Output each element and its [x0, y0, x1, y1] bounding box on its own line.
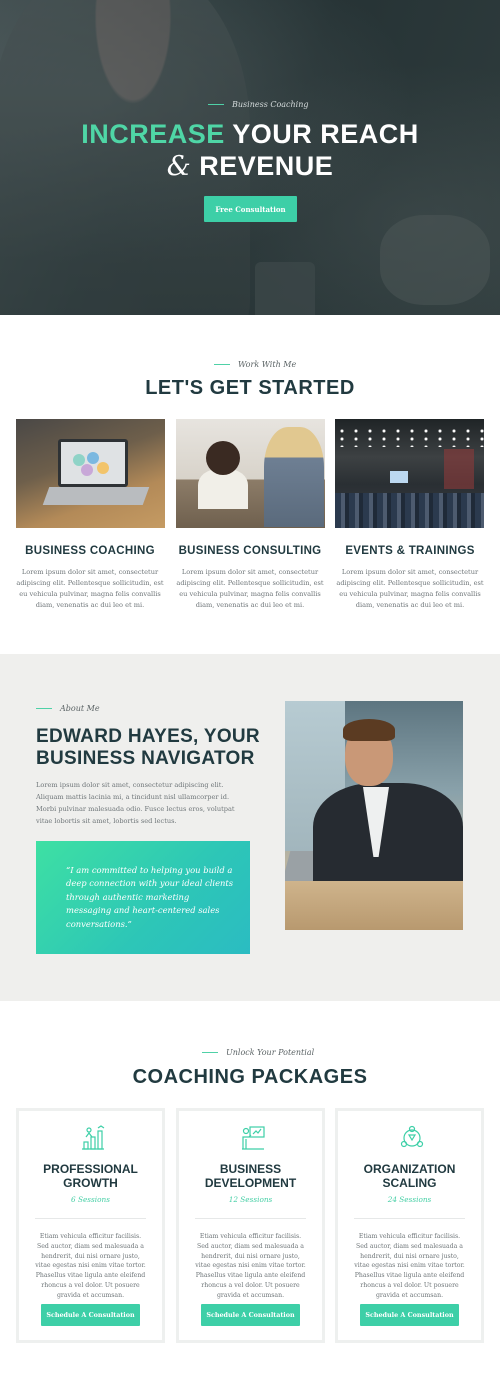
laptop-shape — [58, 439, 128, 487]
about-text: Lorem ipsum dolor sit amet, consectetur … — [36, 781, 235, 825]
schedule-consultation-button[interactable]: Schedule A Consultation — [41, 1304, 140, 1326]
service-text-events: Lorem ipsum dolor sit amet, consectetur … — [336, 568, 484, 609]
hero-title-rest: YOUR REACH — [224, 119, 419, 149]
hero-title-line2-text: REVENUE — [191, 151, 334, 181]
package-text: Etiam vehicula efficitur facilisis. Sed … — [195, 1233, 306, 1299]
team-icon — [400, 1125, 424, 1148]
package-card-business-development: BUSINESS DEVELOPMENT 12 Sessions Etiam v… — [176, 1108, 325, 1343]
divider — [195, 1218, 306, 1219]
audience-shape — [335, 493, 484, 528]
package-card-organization-scaling: ORGANIZATION SCALING 24 Sessions Etiam v… — [335, 1108, 484, 1343]
quote-text: “I am committed to helping you build a d… — [66, 865, 234, 929]
colleague-shape — [264, 427, 324, 527]
hero-title-line1: INCREASE YOUR REACH — [0, 119, 500, 150]
eyebrow-line — [36, 708, 52, 709]
package-card-professional-growth: PROFESSIONAL GROWTH 6 Sessions Etiam veh… — [16, 1108, 165, 1343]
suit-shape — [313, 783, 463, 893]
hero-eyebrow: Business Coaching — [208, 100, 309, 109]
schedule-consultation-button[interactable]: Schedule A Consultation — [201, 1304, 300, 1326]
packages-eyebrow: Unlock Your Potential — [202, 1048, 314, 1057]
about-eyebrow-text: About Me — [60, 704, 100, 713]
packages-eyebrow-text: Unlock Your Potential — [226, 1048, 315, 1057]
about-eyebrow: About Me — [36, 704, 100, 713]
service-title-events: EVENTS & TRAININGS — [345, 545, 475, 557]
keyboard-shape — [42, 487, 150, 505]
package-sessions: 24 Sessions — [387, 1195, 432, 1204]
business-coaching-image — [16, 419, 165, 528]
package-sessions: 12 Sessions — [228, 1195, 273, 1204]
services-eyebrow: Work With Me — [214, 360, 296, 369]
growth-icon — [82, 1125, 105, 1150]
hero-title-amp: & — [166, 151, 192, 182]
eyebrow-line — [202, 1052, 218, 1053]
hero-title-line2: & REVENUE — [0, 151, 500, 182]
schedule-consultation-button[interactable]: Schedule A Consultation — [360, 1304, 459, 1326]
about-title: EDWARD HAYES, YOUR BUSINESS NAVIGATOR — [36, 726, 260, 769]
presentation-icon — [242, 1126, 265, 1150]
hero-hand-image — [380, 215, 490, 305]
services-title: LET'S GET STARTED — [145, 377, 355, 399]
services-eyebrow-text: Work With Me — [238, 360, 297, 369]
quote-box: “I am committed to helping you build a d… — [36, 841, 250, 954]
package-text: Etiam vehicula efficitur facilisis. Sed … — [354, 1233, 465, 1299]
hero-cup-image — [255, 262, 315, 315]
package-sessions: 6 Sessions — [71, 1195, 110, 1204]
eyebrow-line — [214, 364, 230, 365]
hero-section: Business Coaching INCREASE YOUR REACH & … — [0, 0, 500, 315]
divider — [354, 1218, 465, 1219]
package-title: ORGANIZATION SCALING — [363, 1162, 456, 1190]
package-title: BUSINESS DEVELOPMENT — [204, 1162, 297, 1190]
edward-hayes-portrait — [285, 701, 463, 930]
service-title-coaching: BUSINESS COACHING — [25, 545, 155, 557]
packages-title: COACHING PACKAGES — [132, 1066, 368, 1088]
woman-head-shape — [206, 441, 240, 475]
divider — [35, 1218, 146, 1219]
stage-light-shape — [444, 449, 474, 489]
ceiling-lights-shape — [335, 427, 484, 447]
eyebrow-line — [208, 104, 224, 105]
service-title-consulting: BUSINESS CONSULTING — [178, 545, 322, 557]
free-consultation-button[interactable]: Free Consultation — [204, 196, 297, 222]
service-text-coaching: Lorem ipsum dolor sit amet, consectetur … — [16, 568, 164, 609]
events-trainings-image — [335, 419, 484, 528]
package-title: PROFESSIONAL GROWTH — [43, 1162, 138, 1190]
package-text: Etiam vehicula efficitur facilisis. Sed … — [35, 1233, 146, 1299]
table-shape — [285, 881, 463, 930]
hair-shape — [343, 719, 395, 741]
hero-title-accent: INCREASE — [81, 119, 225, 149]
hero-eyebrow-text: Business Coaching — [232, 100, 309, 109]
woman-body-shape — [198, 469, 248, 509]
service-text-consulting: Lorem ipsum dolor sit amet, consectetur … — [176, 568, 324, 609]
projector-screen-shape — [390, 471, 408, 483]
business-consulting-image — [176, 419, 325, 528]
